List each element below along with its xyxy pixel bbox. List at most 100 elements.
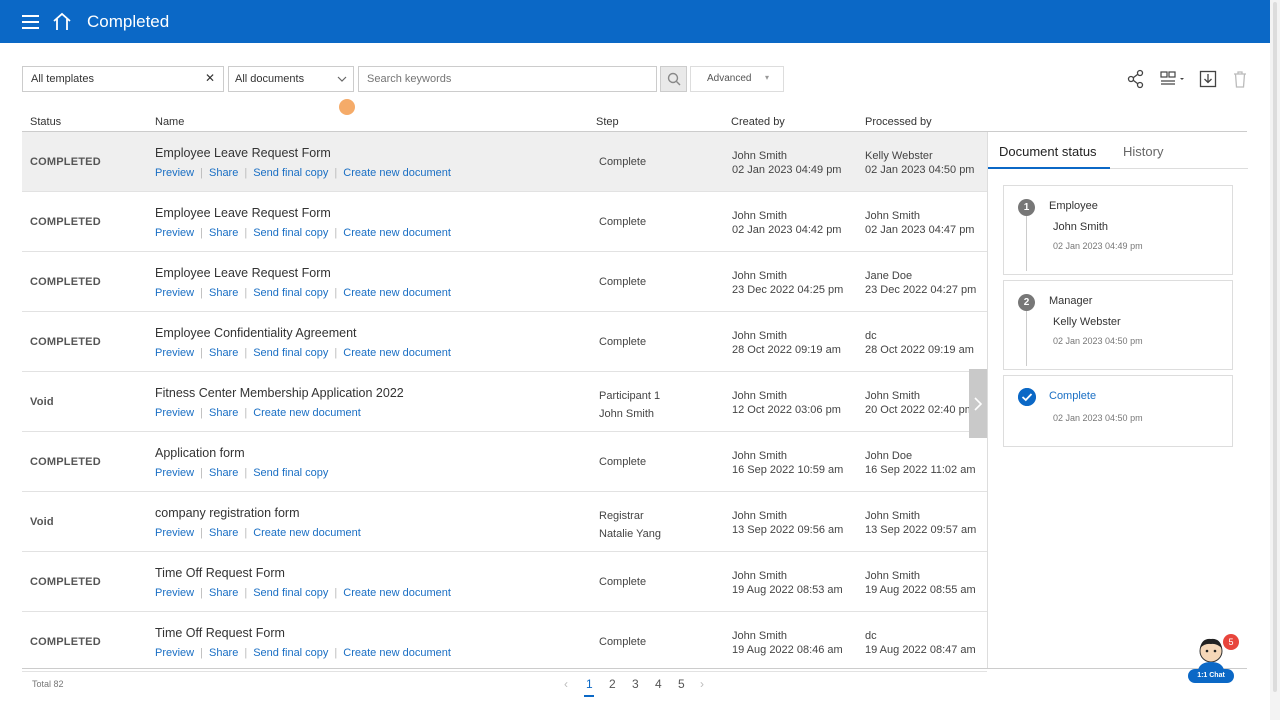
page-1[interactable]: 1 <box>586 677 593 691</box>
preview-link[interactable]: Preview <box>155 227 194 239</box>
preview-link[interactable]: Preview <box>155 167 194 179</box>
search-button[interactable] <box>660 66 687 92</box>
column-processed-by[interactable]: Processed by <box>865 116 932 128</box>
separator: | <box>244 407 248 419</box>
preview-link[interactable]: Preview <box>155 647 194 659</box>
home-icon[interactable] <box>52 12 72 32</box>
preview-link[interactable]: Preview <box>155 407 194 419</box>
row-created: John Smith 13 Sep 2022 09:56 am <box>732 509 843 537</box>
row-name[interactable]: Fitness Center Membership Application 20… <box>155 386 404 400</box>
share-link[interactable]: Share <box>209 587 238 599</box>
separator: | <box>244 587 248 599</box>
template-filter[interactable]: All templates ✕ <box>22 66 224 92</box>
create-new-document-link[interactable]: Create new document <box>343 227 451 239</box>
chevron-down-icon <box>337 76 347 82</box>
table-row[interactable]: COMPLETED Employee Leave Request Form Prev… <box>22 252 987 312</box>
separator: | <box>334 287 338 299</box>
send-final-copy-link[interactable]: Send final copy <box>253 167 328 179</box>
processed-by: Kelly Webster <box>865 150 933 162</box>
row-name[interactable]: company registration form <box>155 506 300 520</box>
processed-by: dc <box>865 330 877 342</box>
prev-page-icon[interactable]: ‹ <box>564 677 568 691</box>
share-link[interactable]: Share <box>209 467 238 479</box>
share-link[interactable]: Share <box>209 347 238 359</box>
table-row[interactable]: COMPLETED Time Off Request Form Preview | Sh… <box>22 552 987 612</box>
column-status[interactable]: Status <box>30 116 61 128</box>
step-person: Kelly Webster <box>1053 316 1121 328</box>
column-created-by[interactable]: Created by <box>731 116 785 128</box>
table-row[interactable]: Void Fitness Center Membership Applicatio… <box>22 372 987 432</box>
share-link[interactable]: Share <box>209 407 238 419</box>
column-name[interactable]: Name <box>155 116 184 128</box>
share-link[interactable]: Share <box>209 647 238 659</box>
row-name[interactable]: Employee Leave Request Form <box>155 266 331 280</box>
row-actions: Preview | Share | Send final copy | Create new… <box>155 167 451 179</box>
search-input[interactable] <box>358 66 657 92</box>
create-new-document-link[interactable]: Create new document <box>343 167 451 179</box>
send-final-copy-link[interactable]: Send final copy <box>253 587 328 599</box>
share-link[interactable]: Share <box>209 287 238 299</box>
row-name[interactable]: Employee Leave Request Form <box>155 206 331 220</box>
preview-link[interactable]: Preview <box>155 287 194 299</box>
send-final-copy-link[interactable]: Send final copy <box>253 287 328 299</box>
preview-link[interactable]: Preview <box>155 587 194 599</box>
preview-link[interactable]: Preview <box>155 347 194 359</box>
page-2[interactable]: 2 <box>609 677 616 691</box>
table-row[interactable]: COMPLETED Employee Confidentiality Agreem… <box>22 312 987 372</box>
separator: | <box>244 647 248 659</box>
row-name[interactable]: Application form <box>155 446 245 460</box>
send-final-copy-link[interactable]: Send final copy <box>253 347 328 359</box>
scrollbar-thumb[interactable] <box>1273 2 1277 692</box>
create-new-document-link[interactable]: Create new document <box>343 587 451 599</box>
hamburger-menu-icon[interactable] <box>22 14 39 29</box>
page-5[interactable]: 5 <box>678 677 685 691</box>
chat-widget[interactable]: 5 1:1 Chat <box>1186 634 1239 686</box>
row-name[interactable]: Employee Confidentiality Agreement <box>155 326 357 340</box>
create-new-document-link[interactable]: Create new document <box>253 407 361 419</box>
share-link[interactable]: Share <box>209 227 238 239</box>
send-final-copy-link[interactable]: Send final copy <box>253 647 328 659</box>
download-icon[interactable] <box>1198 69 1218 89</box>
share-link[interactable]: Share <box>209 527 238 539</box>
created-at: 13 Sep 2022 09:56 am <box>732 524 844 536</box>
tab-document-status[interactable]: Document status <box>999 144 1097 159</box>
row-name[interactable]: Time Off Request Form <box>155 626 285 640</box>
table-row[interactable]: COMPLETED Employee Leave Request Form Prev… <box>22 132 987 192</box>
table-row[interactable]: Void company registration form Preview | Sha… <box>22 492 987 552</box>
tab-history[interactable]: History <box>1123 144 1163 159</box>
clear-icon[interactable]: ✕ <box>205 71 215 85</box>
step-assignee: Natalie Yang <box>599 528 661 540</box>
row-step: Participant 1 John Smith <box>599 387 660 423</box>
row-name[interactable]: Employee Leave Request Form <box>155 146 331 160</box>
processed-at: 19 Aug 2022 08:55 am <box>865 584 976 596</box>
row-name[interactable]: Time Off Request Form <box>155 566 285 580</box>
page-4[interactable]: 4 <box>655 677 662 691</box>
create-new-document-link[interactable]: Create new document <box>343 647 451 659</box>
share-link[interactable]: Share <box>209 167 238 179</box>
preview-link[interactable]: Preview <box>155 467 194 479</box>
row-processed: John Smith 20 Oct 2022 02:40 pm <box>865 389 974 417</box>
trash-icon[interactable] <box>1230 69 1250 89</box>
footer-divider <box>22 668 1247 669</box>
table-row[interactable]: COMPLETED Time Off Request Form Preview | Sh… <box>22 612 987 672</box>
next-page-icon[interactable]: › <box>700 677 704 691</box>
create-new-document-link[interactable]: Create new document <box>343 287 451 299</box>
column-step[interactable]: Step <box>596 116 619 128</box>
layout-toggle-icon[interactable] <box>1159 69 1187 89</box>
collapse-panel-button[interactable] <box>969 369 987 438</box>
create-new-document-link[interactable]: Create new document <box>253 527 361 539</box>
send-final-copy-link[interactable]: Send final copy <box>253 467 328 479</box>
document-filter[interactable]: All documents <box>228 66 354 92</box>
step-name: Registrar <box>599 510 644 522</box>
created-by: John Smith <box>732 510 788 522</box>
create-new-document-link[interactable]: Create new document <box>343 347 451 359</box>
page-3[interactable]: 3 <box>632 677 639 691</box>
advanced-search-button[interactable]: Advanced ▾ <box>690 66 784 92</box>
share-icon[interactable] <box>1126 69 1146 89</box>
send-final-copy-link[interactable]: Send final copy <box>253 227 328 239</box>
preview-link[interactable]: Preview <box>155 527 194 539</box>
row-status: COMPLETED <box>30 276 101 288</box>
processed-by: John Smith <box>865 390 921 402</box>
table-row[interactable]: COMPLETED Employee Leave Request Form Prev… <box>22 192 987 252</box>
table-row[interactable]: COMPLETED Application form Preview | Share | S… <box>22 432 987 492</box>
